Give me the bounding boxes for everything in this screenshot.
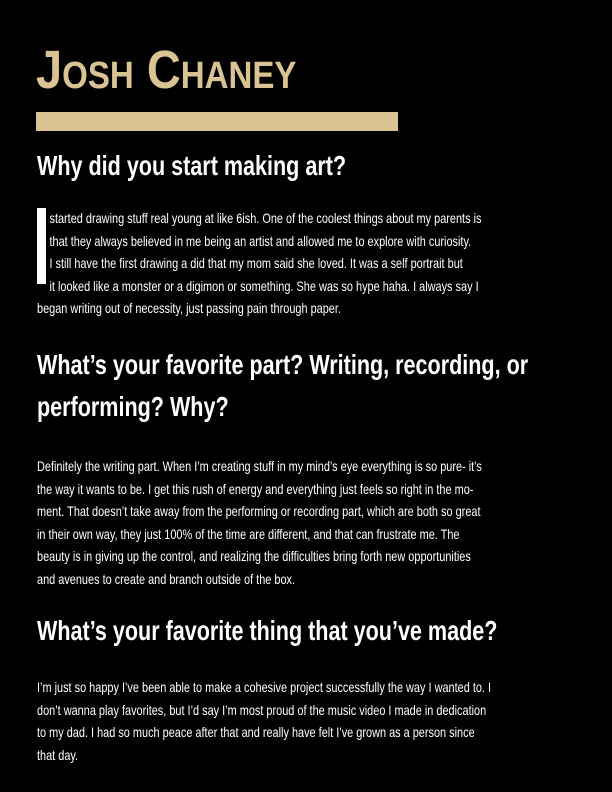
paragraph-line: to my dad. I had so much peace after tha… [37, 724, 475, 740]
paragraph-line: started drawing stuff real young at like… [49, 210, 482, 226]
heading-line: What’s your favorite part? Writing, reco… [37, 349, 529, 380]
magazine-page: Josh Chaney Why did you start making art… [0, 0, 612, 792]
paragraph-line: I still have the first drawing a did tha… [49, 255, 463, 271]
paragraph-line: don’t wanna play favorites, but I’d say … [37, 701, 487, 718]
page-title: Josh Chaney [36, 40, 297, 100]
paragraph-line: I’m just so happy I’ve been able to make… [37, 679, 492, 695]
paragraph-line: Definitely the writing part. When I’m cr… [37, 458, 482, 474]
paragraph-line: began writing out of necessity, just pas… [37, 300, 341, 316]
paragraph-line: that they always believed in me being an… [49, 232, 472, 249]
section-heading-favorite-part: What’s your favorite part? Writing, reco… [37, 344, 528, 428]
paragraph-line: in their own way, they just 100% of the … [37, 525, 460, 542]
answer-paragraph-2: Definitely the writing part. When I’m cr… [37, 455, 574, 590]
answer-paragraph-1: started drawing stuff real young at like… [37, 207, 574, 320]
section-heading-favorite-thing: What’s your favorite thing that you’ve m… [37, 615, 498, 646]
title-underline-bar [36, 112, 398, 131]
paragraph-line: that day. [37, 746, 79, 763]
paragraph-line: and avenues to create and branch outside… [37, 570, 296, 587]
paragraph-line: the way it wants to be. I get this rush … [37, 480, 474, 497]
section-heading-start-making-art: Why did you start making art? [37, 150, 347, 181]
answer-paragraph-3: I’m just so happy I’ve been able to make… [37, 676, 574, 766]
paragraph-line: beauty is in giving up the control, and … [37, 548, 471, 564]
heading-line: performing? Why? [37, 391, 229, 422]
paragraph-line: it looked like a monster or a digimon or… [49, 277, 479, 294]
paragraph-line: ment. That doesn’t take away from the pe… [37, 503, 481, 519]
